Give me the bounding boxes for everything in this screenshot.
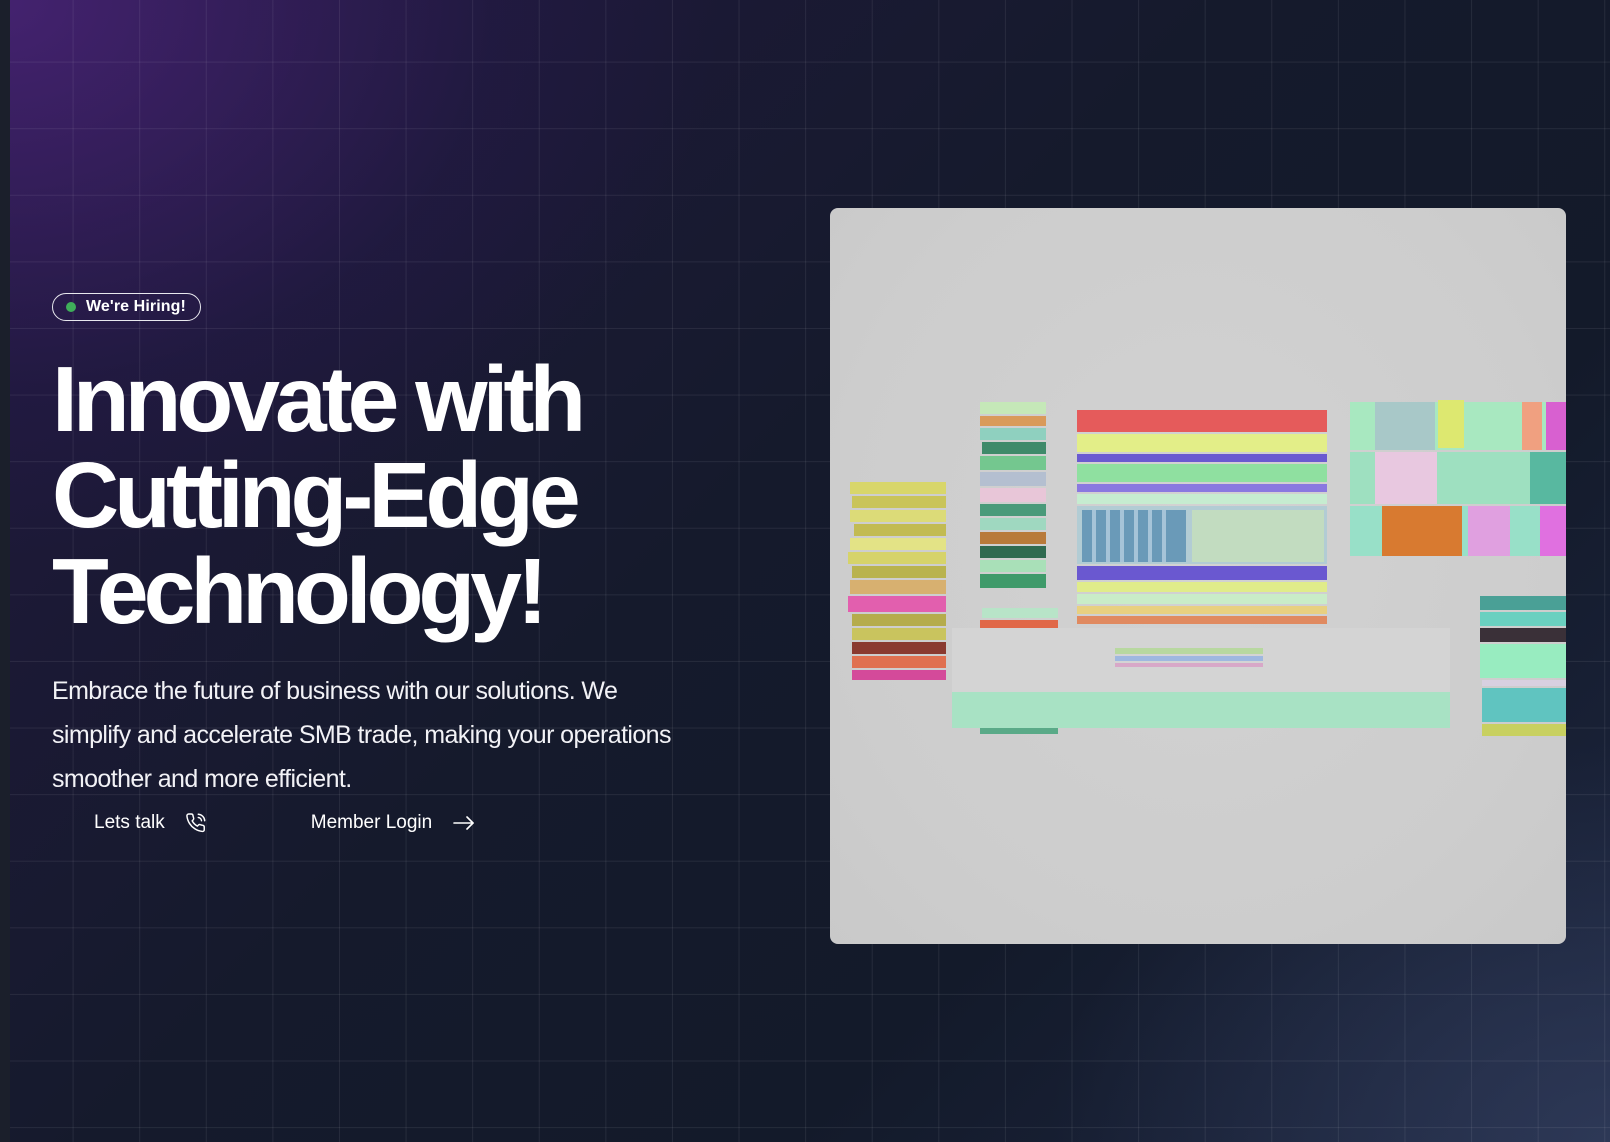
hero-headline: Innovate with Cutting-Edge Technology! — [52, 351, 752, 639]
status-dot-icon — [66, 302, 76, 312]
hero-subtitle: Embrace the future of business with our … — [52, 677, 671, 793]
member-login-button[interactable]: Member Login — [311, 812, 475, 834]
phone-icon — [185, 812, 207, 834]
abstract-blocks-icon — [848, 400, 1566, 736]
window-edge — [0, 0, 10, 1142]
landing-page: We're Hiring! Innovate with Cutting-Edge… — [0, 0, 1610, 1142]
block-stack-right — [1480, 596, 1566, 736]
hiring-badge[interactable]: We're Hiring! — [52, 293, 201, 321]
headline-line-3: Technology! — [52, 539, 548, 643]
hero-illustration — [830, 208, 1566, 944]
hero-content: We're Hiring! Innovate with Cutting-Edge… — [52, 293, 752, 801]
arrow-right-icon — [453, 816, 475, 830]
block-cluster-right — [1350, 400, 1566, 556]
headline-line-1: Innovate with — [52, 347, 586, 451]
headline-line-2: Cutting-Edge — [52, 443, 581, 547]
hero-actions: Lets talk Member Login — [52, 812, 475, 834]
lets-talk-button[interactable]: Lets talk — [94, 812, 207, 834]
block-stack-left — [848, 482, 946, 680]
lets-talk-label: Lets talk — [94, 812, 165, 833]
hiring-badge-label: We're Hiring! — [86, 298, 186, 315]
block-stack-center — [1077, 410, 1327, 624]
base-platform — [952, 628, 1450, 728]
member-login-label: Member Login — [310, 812, 433, 833]
